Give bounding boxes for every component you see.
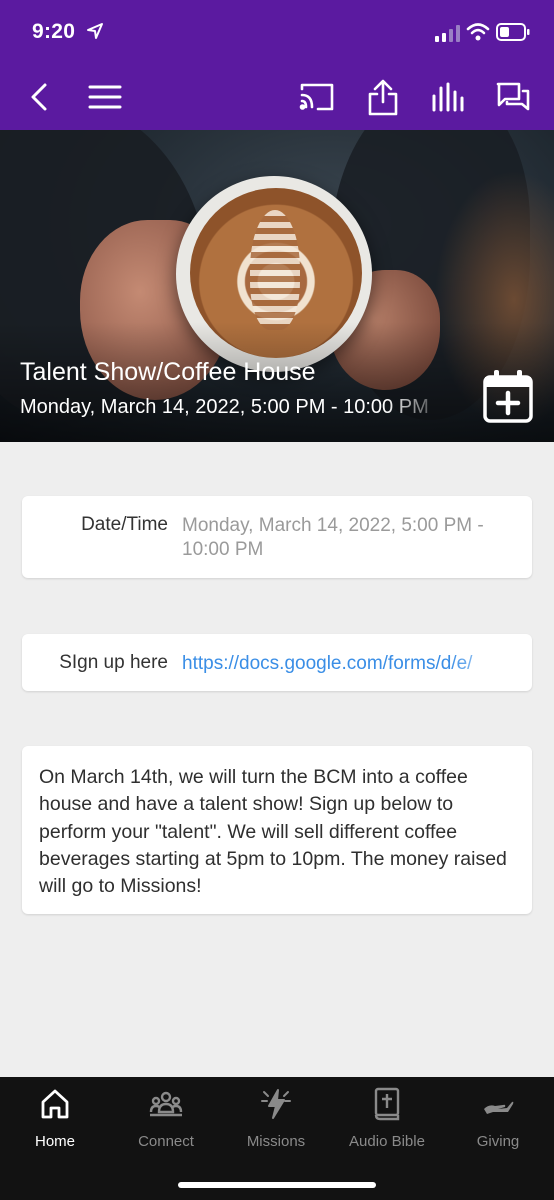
bible-icon: [374, 1087, 400, 1121]
tab-audio-bible[interactable]: Audio Bible: [332, 1087, 442, 1157]
top-bar: 9:20: [0, 0, 554, 130]
signup-link[interactable]: https://docs.google.com/forms/d/e/: [182, 652, 516, 676]
back-chevron-icon: [31, 83, 47, 111]
cast-button[interactable]: [296, 76, 338, 118]
wifi-icon: [466, 23, 490, 41]
event-subtitle: Monday, March 14, 2022, 5:00 PM - 10:00 …: [20, 396, 429, 418]
share-button[interactable]: [362, 76, 404, 118]
cellular-signal-icon: [435, 25, 460, 42]
giving-hand-icon: [484, 1101, 514, 1114]
status-bar: 9:20: [0, 0, 554, 66]
event-title: Talent Show/Coffee House: [20, 358, 316, 386]
tab-audio-bible-label: Audio Bible: [349, 1133, 425, 1150]
chat-button[interactable]: [492, 76, 534, 118]
date-time-card: Date/Time Monday, March 14, 2022, 5:00 P…: [22, 496, 532, 578]
tab-missions-label: Missions: [246, 1133, 306, 1150]
tab-giving-label: Giving: [476, 1133, 520, 1150]
tab-home-label: Home: [34, 1133, 75, 1150]
missions-icon: [261, 1089, 291, 1119]
event-hero: Talent Show/Coffee House Monday, March 1…: [0, 130, 554, 442]
menu-button[interactable]: [84, 76, 126, 118]
location-arrow-icon: [87, 23, 103, 39]
cast-icon: [299, 83, 334, 111]
home-indicator: [178, 1182, 376, 1188]
signup-card[interactable]: SIgn up here https://docs.google.com/for…: [22, 634, 532, 691]
description-card: On March 14th, we will turn the BCM into…: [22, 746, 532, 914]
tab-connect-label: Connect: [138, 1133, 194, 1150]
audio-button[interactable]: [428, 76, 470, 118]
tab-giving[interactable]: Giving: [443, 1087, 553, 1157]
status-time: 9:20: [32, 20, 76, 43]
back-button[interactable]: [18, 76, 60, 118]
tab-connect[interactable]: Connect: [111, 1087, 221, 1157]
event-description: On March 14th, we will turn the BCM into…: [39, 766, 507, 898]
nav-bar: [0, 66, 554, 130]
home-icon: [41, 1089, 69, 1119]
audio-levels-icon: [432, 82, 464, 112]
date-time-value: Monday, March 14, 2022, 5:00 PM - 10:00 …: [182, 515, 484, 560]
date-time-label: Date/Time: [81, 514, 168, 535]
group-icon: [149, 1091, 183, 1117]
tab-home[interactable]: Home: [0, 1087, 110, 1157]
battery-icon: [496, 23, 530, 41]
menu-icon: [88, 85, 122, 109]
share-icon: [368, 79, 398, 116]
chat-icon: [496, 82, 530, 111]
tab-missions[interactable]: Missions: [221, 1087, 331, 1157]
calendar-plus-icon[interactable]: [482, 368, 534, 424]
signup-label: SIgn up here: [59, 652, 168, 673]
